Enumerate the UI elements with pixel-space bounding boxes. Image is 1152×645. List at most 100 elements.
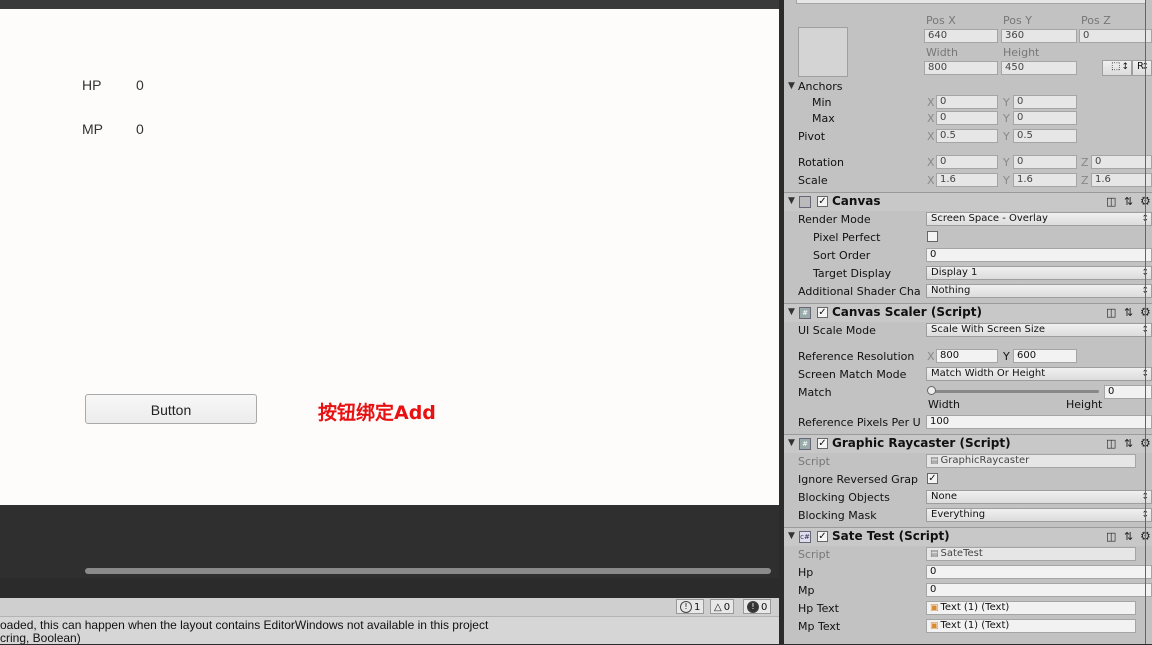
shader-channels-label: Additional Shader Cha	[798, 285, 921, 298]
info-count-toggle[interactable]: ! 1	[676, 599, 705, 614]
pos-z-field[interactable]: 0	[1079, 29, 1152, 43]
hp-text-field[interactable]: Text (1) (Text)	[926, 601, 1136, 615]
horizontal-scrollbar[interactable]	[85, 568, 771, 574]
match-width-label: Width	[928, 398, 960, 411]
anchors-foldout-icon[interactable]: ▼	[788, 81, 795, 91]
console-line[interactable]: cring, Boolean)	[0, 631, 81, 645]
rotation-label: Rotation	[798, 156, 845, 169]
preset-icon[interactable]: ⇅	[1124, 195, 1133, 208]
scale-x-field[interactable]: 1.6	[936, 173, 998, 187]
axis-y-label: Y	[1003, 112, 1010, 125]
blocking-mask-dropdown[interactable]: Everything	[926, 508, 1152, 522]
anchor-max-y-field[interactable]: 0	[1013, 111, 1077, 125]
preset-icon[interactable]: ⇅	[1124, 530, 1133, 543]
error-count-toggle[interactable]: ! 0	[743, 599, 772, 614]
rotation-y-field[interactable]: 0	[1013, 155, 1077, 169]
foldout-icon[interactable]: ▼	[788, 531, 795, 541]
ref-ppu-field[interactable]: 100	[926, 415, 1152, 429]
width-field[interactable]: 800	[924, 61, 998, 75]
anchor-preset-icon[interactable]	[798, 27, 848, 77]
pivot-x-field[interactable]: 0.5	[936, 129, 998, 143]
mp-value: 0	[136, 121, 144, 137]
mp-field[interactable]: 0	[926, 583, 1152, 597]
hp-text-label: Hp Text	[798, 602, 839, 615]
blueprint-mode-button[interactable]: ⬚	[1102, 60, 1132, 76]
canvas-scaler-enabled-checkbox[interactable]: ✓	[817, 307, 828, 318]
help-icon[interactable]: ◫	[1106, 437, 1116, 450]
foldout-icon[interactable]: ▼	[788, 307, 795, 317]
help-icon[interactable]: ◫	[1106, 530, 1116, 543]
axis-x-label: X	[927, 130, 935, 143]
hp-field[interactable]: 0	[926, 565, 1152, 579]
add-button[interactable]: Button	[85, 394, 257, 424]
ignore-reversed-label: Ignore Reversed Grap	[798, 473, 918, 486]
ui-scale-mode-dropdown[interactable]: Scale With Screen Size	[926, 323, 1152, 337]
rotation-z-field[interactable]: 0	[1091, 155, 1152, 169]
warning-count-toggle[interactable]: △ 0	[710, 599, 735, 614]
scale-y-field[interactable]: 1.6	[1013, 173, 1077, 187]
graphic-raycaster-title: Graphic Raycaster (Script)	[832, 436, 1011, 450]
sort-order-label: Sort Order	[813, 249, 871, 262]
cs-script-icon: c#	[799, 531, 811, 543]
ref-res-y-field[interactable]: 600	[1013, 349, 1077, 363]
canvas-component-header[interactable]: ▼ ✓ Canvas ◫ ⇅ ⚙	[784, 192, 1152, 211]
mp-field-label: Mp	[798, 584, 815, 597]
sate-test-enabled-checkbox[interactable]: ✓	[817, 531, 828, 542]
sate-script-label: Script	[798, 548, 830, 561]
raycaster-script-field: GraphicRaycaster	[926, 454, 1136, 468]
sort-order-field[interactable]: 0	[926, 248, 1152, 262]
anchor-min-y-field[interactable]: 0	[1013, 95, 1077, 109]
pivot-y-field[interactable]: 0.5	[1013, 129, 1077, 143]
pos-x-label: Pos X	[926, 14, 956, 27]
ignore-reversed-checkbox[interactable]: ✓	[927, 473, 938, 484]
match-slider-thumb[interactable]	[927, 386, 936, 395]
render-mode-dropdown[interactable]: Screen Space - Overlay	[926, 212, 1152, 226]
rotation-x-field[interactable]: 0	[936, 155, 998, 169]
script-icon: #	[799, 307, 811, 319]
graphic-raycaster-header[interactable]: ▼ # ✓ Graphic Raycaster (Script) ◫ ⇅ ⚙	[784, 434, 1152, 453]
axis-y-label: Y	[1003, 130, 1010, 143]
mp-label: MP	[82, 121, 103, 137]
scale-z-field[interactable]: 1.6	[1091, 173, 1152, 187]
layer-field	[796, 0, 1146, 4]
pixel-perfect-checkbox[interactable]	[927, 231, 938, 242]
hp-value: 0	[136, 77, 144, 93]
foldout-icon[interactable]: ▼	[788, 438, 795, 448]
raw-edit-button[interactable]: R	[1132, 60, 1152, 76]
help-icon[interactable]: ◫	[1106, 306, 1116, 319]
ref-res-x-field[interactable]: 800	[936, 349, 998, 363]
mp-text-field[interactable]: Text (1) (Text)	[926, 619, 1136, 633]
guide-line	[1145, 0, 1146, 644]
canvas-enabled-checkbox[interactable]: ✓	[817, 196, 828, 207]
anchors-label[interactable]: Anchors	[798, 80, 843, 93]
screen-match-mode-label: Screen Match Mode	[798, 368, 907, 381]
canvas-scaler-header[interactable]: ▼ # ✓ Canvas Scaler (Script) ◫ ⇅ ⚙	[784, 303, 1152, 322]
anchor-min-x-field[interactable]: 0	[936, 95, 998, 109]
preset-icon[interactable]: ⇅	[1124, 306, 1133, 319]
match-slider-track[interactable]	[927, 386, 1099, 395]
screen-match-mode-dropdown[interactable]: Match Width Or Height	[926, 367, 1152, 381]
target-display-dropdown[interactable]: Display 1	[926, 266, 1152, 280]
pos-y-field[interactable]: 360	[1001, 29, 1077, 43]
foldout-icon[interactable]: ▼	[788, 196, 795, 206]
help-icon[interactable]: ◫	[1106, 195, 1116, 208]
mp-text-label: Mp Text	[798, 620, 841, 633]
game-view: HP 0 MP 0 Button 按钮绑定Add	[0, 9, 779, 505]
axis-x-label: X	[927, 350, 935, 363]
sate-test-header[interactable]: ▼ c# ✓ Sate Test (Script) ◫ ⇅ ⚙	[784, 527, 1152, 546]
console-line[interactable]: oaded, this can happen when the layout c…	[0, 618, 488, 632]
anchor-max-x-field[interactable]: 0	[936, 111, 998, 125]
sate-test-title: Sate Test (Script)	[832, 529, 950, 543]
info-icon: !	[680, 601, 692, 613]
raycaster-enabled-checkbox[interactable]: ✓	[817, 438, 828, 449]
canvas-scaler-title: Canvas Scaler (Script)	[832, 305, 982, 319]
blocking-objects-dropdown[interactable]: None	[926, 490, 1152, 504]
inspector-panel: Pos X Pos Y Pos Z 640 360 0 Width Height…	[784, 0, 1152, 644]
sate-script-field: SateTest	[926, 547, 1136, 561]
scale-label: Scale	[798, 174, 828, 187]
blocking-mask-label: Blocking Mask	[798, 509, 877, 522]
shader-channels-dropdown[interactable]: Nothing	[926, 284, 1152, 298]
preset-icon[interactable]: ⇅	[1124, 437, 1133, 450]
height-field[interactable]: 450	[1001, 61, 1077, 75]
pos-x-field[interactable]: 640	[924, 29, 998, 43]
